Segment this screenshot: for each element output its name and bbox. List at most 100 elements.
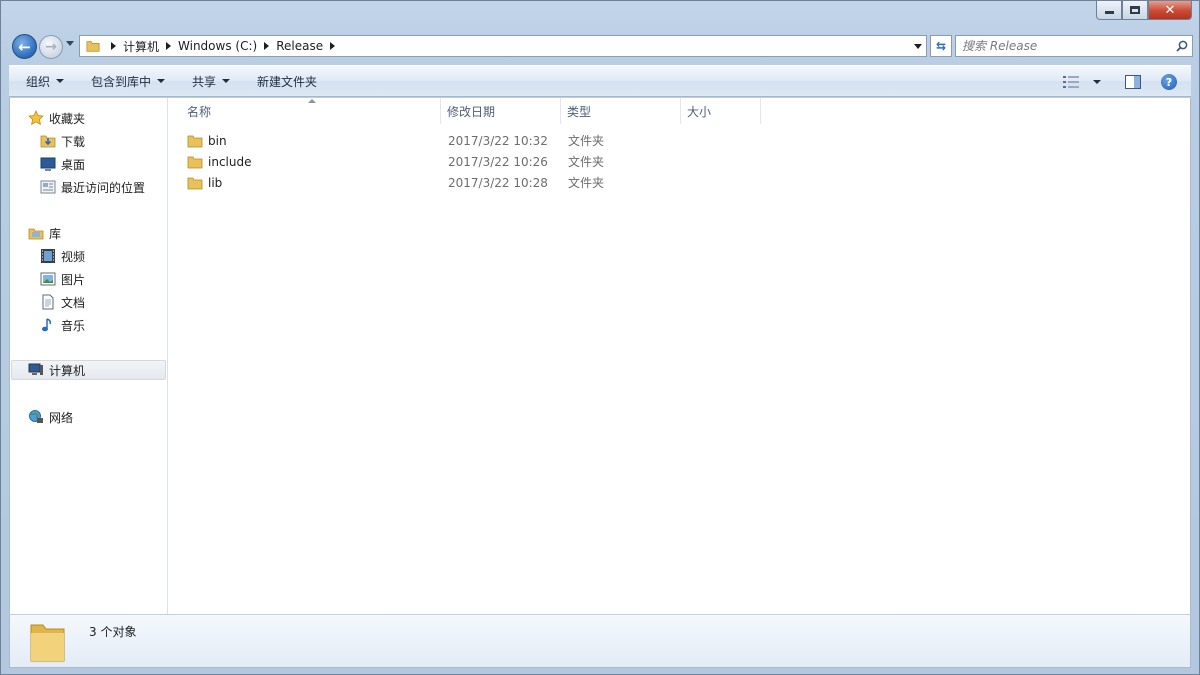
chevron-down-icon[interactable] xyxy=(1093,80,1101,84)
folder-icon xyxy=(30,624,65,662)
file-date: 2017/3/22 10:28 xyxy=(448,175,548,190)
organize-label: 组织 xyxy=(26,74,51,89)
computer-icon xyxy=(28,362,44,378)
chevron-down-icon xyxy=(222,79,231,83)
folder-icon xyxy=(86,41,100,52)
include-in-library-label: 包含到库中 xyxy=(91,74,152,89)
close-icon: ✕ xyxy=(1164,2,1176,18)
share-label: 共享 xyxy=(192,74,217,89)
help-button[interactable]: ? xyxy=(1157,70,1181,94)
picture-icon xyxy=(40,271,56,287)
sidebar-item-label: 计算机 xyxy=(49,363,86,378)
sidebar-item-label: 图片 xyxy=(61,272,86,287)
breadcrumb-separator[interactable] xyxy=(166,42,172,50)
maximize-icon xyxy=(1130,6,1140,14)
desktop-icon xyxy=(40,156,56,172)
breadcrumb-drive[interactable]: Windows (C:) xyxy=(178,39,257,53)
file-row[interactable]: lib 2017/3/22 10:28 文件夹 xyxy=(169,172,929,193)
file-name: bin xyxy=(208,133,227,148)
breadcrumb-separator[interactable] xyxy=(330,42,336,50)
file-type: 文件夹 xyxy=(568,176,605,190)
close-button[interactable]: ✕ xyxy=(1148,1,1192,20)
help-icon: ? xyxy=(1161,74,1177,90)
sidebar-item-label: 收藏夹 xyxy=(49,111,86,126)
explorer-window: ✕ ← → 计算机 Windows (C:) Release ⇆ 组织 xyxy=(0,0,1200,675)
new-folder-button[interactable]: 新建文件夹 xyxy=(240,69,327,93)
sidebar-item-desktop[interactable]: 桌面 xyxy=(40,154,85,174)
file-row[interactable]: bin 2017/3/22 10:32 文件夹 xyxy=(169,130,929,151)
column-header-date[interactable]: 修改日期 xyxy=(441,98,561,124)
file-type: 文件夹 xyxy=(568,155,605,169)
file-list-pane: 名称 修改日期 类型 大小 bin 2017/3/22 10:32 文件夹 in… xyxy=(169,98,1190,614)
sidebar-item-label: 音乐 xyxy=(61,318,86,333)
address-bar[interactable]: 计算机 Windows (C:) Release xyxy=(79,35,927,57)
sidebar-item-recent-places[interactable]: 最近访问的位置 xyxy=(40,177,145,197)
sidebar-item-pictures[interactable]: 图片 xyxy=(40,269,85,289)
file-name-cell: include xyxy=(187,154,251,170)
refresh-button[interactable]: ⇆ xyxy=(930,35,952,57)
column-header-label: 类型 xyxy=(567,104,592,119)
details-view-icon xyxy=(1063,76,1079,88)
file-type: 文件夹 xyxy=(568,134,605,148)
star-icon xyxy=(28,110,44,126)
toolbar-right: ? xyxy=(1063,70,1181,94)
file-date: 2017/3/22 10:26 xyxy=(448,154,548,169)
back-button[interactable]: ← xyxy=(12,34,37,59)
sidebar-item-computer[interactable]: 计算机 xyxy=(11,360,166,380)
caption-buttons: ✕ xyxy=(1096,1,1192,20)
search-icon[interactable] xyxy=(1172,40,1192,52)
navigation-pane: 收藏夹 下载 桌面 最近访问的位置 库 视频 图片 文档 音乐 计算机 网络 xyxy=(10,98,168,614)
command-toolbar: 组织 包含到库中 共享 新建文件夹 ? xyxy=(9,65,1191,97)
preview-pane-icon xyxy=(1125,75,1141,89)
sidebar-item-favorites[interactable]: 收藏夹 xyxy=(28,108,85,128)
video-icon xyxy=(40,248,56,264)
address-history-dropdown[interactable] xyxy=(914,44,922,49)
column-header-label: 名称 xyxy=(187,104,212,119)
minimize-button[interactable] xyxy=(1096,1,1122,20)
sidebar-item-videos[interactable]: 视频 xyxy=(40,246,85,266)
navigation-bar: ← → 计算机 Windows (C:) Release ⇆ xyxy=(9,32,1193,60)
file-name-cell: bin xyxy=(187,133,227,149)
organize-button[interactable]: 组织 xyxy=(9,69,74,93)
chevron-down-icon xyxy=(157,79,166,83)
sidebar-item-label: 网络 xyxy=(49,410,74,425)
network-icon xyxy=(28,409,44,425)
sidebar-item-label: 视频 xyxy=(61,249,86,264)
preview-pane-button[interactable] xyxy=(1121,70,1145,94)
chevron-down-icon xyxy=(56,79,65,83)
maximize-button[interactable] xyxy=(1122,1,1148,20)
search-input[interactable] xyxy=(956,37,1172,55)
column-header-type[interactable]: 类型 xyxy=(561,98,681,124)
sidebar-item-documents[interactable]: 文档 xyxy=(40,292,85,312)
forward-button[interactable]: → xyxy=(39,35,63,59)
breadcrumb-separator[interactable] xyxy=(264,42,270,50)
arrow-left-icon: ← xyxy=(18,37,31,56)
sidebar-item-downloads[interactable]: 下载 xyxy=(40,131,85,151)
file-date: 2017/3/22 10:32 xyxy=(448,133,548,148)
sidebar-item-music[interactable]: 音乐 xyxy=(40,315,85,335)
breadcrumb-release[interactable]: Release xyxy=(276,39,323,53)
music-icon xyxy=(40,317,56,333)
minimize-icon xyxy=(1104,11,1114,14)
file-row[interactable]: include 2017/3/22 10:26 文件夹 xyxy=(169,151,929,172)
column-header-size[interactable]: 大小 xyxy=(681,98,761,124)
column-headers: 名称 修改日期 类型 大小 xyxy=(169,98,1190,124)
library-icon xyxy=(28,225,44,241)
sidebar-item-label: 文档 xyxy=(61,295,86,310)
sidebar-item-network[interactable]: 网络 xyxy=(28,407,73,427)
recent-places-icon xyxy=(40,179,56,195)
details-pane: 3 个对象 xyxy=(9,614,1191,668)
view-options-button[interactable] xyxy=(1063,70,1101,94)
sidebar-item-label: 桌面 xyxy=(61,157,86,172)
share-button[interactable]: 共享 xyxy=(175,69,240,93)
include-in-library-button[interactable]: 包含到库中 xyxy=(74,69,175,93)
arrow-right-icon: → xyxy=(45,39,57,55)
search-box[interactable] xyxy=(955,35,1193,57)
column-header-name[interactable]: 名称 xyxy=(181,98,441,124)
folder-icon xyxy=(187,135,203,147)
breadcrumb-computer[interactable]: 计算机 xyxy=(123,38,159,55)
sidebar-item-libraries[interactable]: 库 xyxy=(28,223,61,243)
recent-pages-dropdown[interactable] xyxy=(66,41,74,46)
new-folder-label: 新建文件夹 xyxy=(257,74,318,89)
breadcrumb-separator[interactable] xyxy=(111,42,116,50)
